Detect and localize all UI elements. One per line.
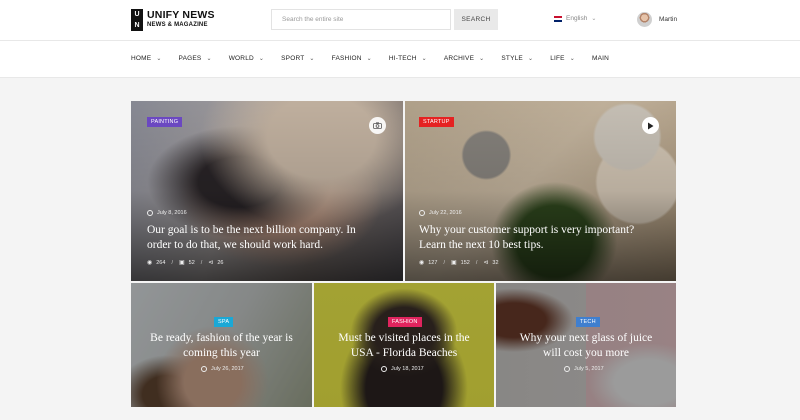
article-date: July 8, 2016 xyxy=(147,210,187,216)
language-selector[interactable]: English ⌄ xyxy=(554,15,596,22)
site-logo[interactable]: U N UNIFY NEWS NEWS & MAGAZINE xyxy=(131,9,215,31)
article-stats: ◉ 127 / ▣ 152 / ⊲ 32 xyxy=(419,259,499,267)
nav-item-fashion[interactable]: FASHION ⌄ xyxy=(332,55,372,62)
category-badge[interactable]: STARTUP xyxy=(419,117,454,127)
chevron-down-icon: ⌄ xyxy=(527,56,534,62)
article-card[interactable]: FASHION Must be visited places in the US… xyxy=(314,283,494,407)
chevron-down-icon: ⌄ xyxy=(206,56,212,62)
chevron-down-icon: ⌄ xyxy=(258,56,265,62)
article-date: July 18, 2017 xyxy=(381,366,424,372)
chevron-down-icon: ⌄ xyxy=(479,56,485,62)
shares-count: 26 xyxy=(217,259,224,266)
nav-item-main[interactable]: MAIN xyxy=(592,55,609,62)
clock-icon xyxy=(419,210,425,216)
nav-label: MAIN xyxy=(591,55,610,62)
clock-icon xyxy=(147,210,153,216)
uk-flag-icon xyxy=(554,15,562,22)
logo-subtitle: NEWS & MAGAZINE xyxy=(147,22,208,28)
nav-item-pages[interactable]: PAGES ⌄ xyxy=(179,55,212,62)
nav-label: HOME xyxy=(131,55,152,62)
chevron-down-icon: ⌄ xyxy=(591,16,597,22)
article-title[interactable]: Why your customer support is very import… xyxy=(419,223,669,253)
chevron-down-icon: ⌄ xyxy=(156,56,162,62)
comment-icon: ▣ xyxy=(178,260,185,266)
chevron-down-icon: ⌄ xyxy=(421,56,427,62)
user-name: Martin xyxy=(659,16,678,23)
language-label: English xyxy=(566,15,588,22)
avatar xyxy=(637,12,652,27)
featured-article-card[interactable]: STARTUP July 22, 2016 Why your customer … xyxy=(405,101,676,281)
chevron-down-icon: ⌄ xyxy=(309,56,315,62)
article-card[interactable]: TECH Why your next glass of juice will c… xyxy=(496,283,676,407)
chevron-down-icon: ⌄ xyxy=(569,56,575,62)
comment-icon: ▣ xyxy=(450,260,457,266)
shares-count: 32 xyxy=(492,259,499,266)
nav-label: HI-TECH xyxy=(388,55,417,62)
chevron-down-icon: ⌄ xyxy=(366,56,372,62)
views-count: 264 xyxy=(156,259,166,266)
eye-icon: ◉ xyxy=(419,260,425,266)
nav-label: LIFE xyxy=(550,55,565,62)
article-date: July 22, 2016 xyxy=(419,210,462,216)
nav-label: PAGES xyxy=(178,55,202,62)
views-count: 127 xyxy=(428,259,438,266)
article-title[interactable]: Be ready, fashion of the year is coming … xyxy=(131,331,312,361)
camera-icon[interactable] xyxy=(369,117,386,134)
article-stats: ◉ 264 / ▣ 52 / ⊲ 26 xyxy=(147,259,224,267)
user-menu[interactable]: Martin xyxy=(637,12,677,27)
logo-text: UNIFY NEWS NEWS & MAGAZINE xyxy=(147,10,215,30)
share-icon: ⊲ xyxy=(208,260,214,266)
category-badge[interactable]: PAINTING xyxy=(147,117,183,127)
article-date: July 5, 2017 xyxy=(564,366,604,372)
category-badge[interactable]: FASHION xyxy=(388,317,422,327)
nav-item-home[interactable]: HOME ⌄ xyxy=(131,55,162,62)
article-title[interactable]: Our goal is to be the next billion compa… xyxy=(147,223,392,253)
search-input[interactable] xyxy=(271,9,451,30)
nav-item-life[interactable]: LIFE ⌄ xyxy=(550,55,575,62)
nav-label: FASHION xyxy=(331,55,362,62)
category-badge[interactable]: TECH xyxy=(576,317,600,327)
eye-icon: ◉ xyxy=(147,260,153,266)
nav-label: WORLD xyxy=(228,55,254,62)
nav-label: ARCHIVE xyxy=(443,55,475,62)
clock-icon xyxy=(564,366,570,372)
comments-count: 52 xyxy=(188,259,195,266)
logo-mark: U N xyxy=(131,9,143,31)
clock-icon xyxy=(201,366,207,372)
nav-item-archive[interactable]: ARCHIVE ⌄ xyxy=(444,55,485,62)
article-title[interactable]: Must be visited places in the USA - Flor… xyxy=(314,331,494,361)
article-card[interactable]: SPA Be ready, fashion of the year is com… xyxy=(131,283,312,407)
nav-item-world[interactable]: WORLD ⌄ xyxy=(229,55,264,62)
image-overlay xyxy=(405,101,676,281)
article-title[interactable]: Why your next glass of juice will cost y… xyxy=(496,331,676,361)
main-navigation: HOME ⌄ PAGES ⌄ WORLD ⌄ SPORT ⌄ FASHION ⌄ HI-T… xyxy=(0,41,800,78)
search-button[interactable]: SEARCH xyxy=(454,9,498,30)
nav-item-style[interactable]: STYLE ⌄ xyxy=(501,55,533,62)
logo-title: UNIFY NEWS xyxy=(147,9,215,21)
nav-item-hi-tech[interactable]: HI-TECH ⌄ xyxy=(389,55,427,62)
comments-count: 152 xyxy=(460,259,470,266)
category-badge[interactable]: SPA xyxy=(214,317,234,327)
article-date: July 26, 2017 xyxy=(201,366,244,372)
nav-label: SPORT xyxy=(281,55,305,62)
featured-article-card[interactable]: PAINTING July 8, 2016 Our goal is to be … xyxy=(131,101,403,281)
nav-item-sport[interactable]: SPORT ⌄ xyxy=(281,55,315,62)
image-overlay xyxy=(131,101,403,281)
top-bar: U N UNIFY NEWS NEWS & MAGAZINE SEARCH En… xyxy=(0,0,800,41)
share-icon: ⊲ xyxy=(483,260,489,266)
clock-icon xyxy=(381,366,387,372)
play-icon[interactable] xyxy=(642,117,659,134)
nav-label: STYLE xyxy=(501,55,523,62)
